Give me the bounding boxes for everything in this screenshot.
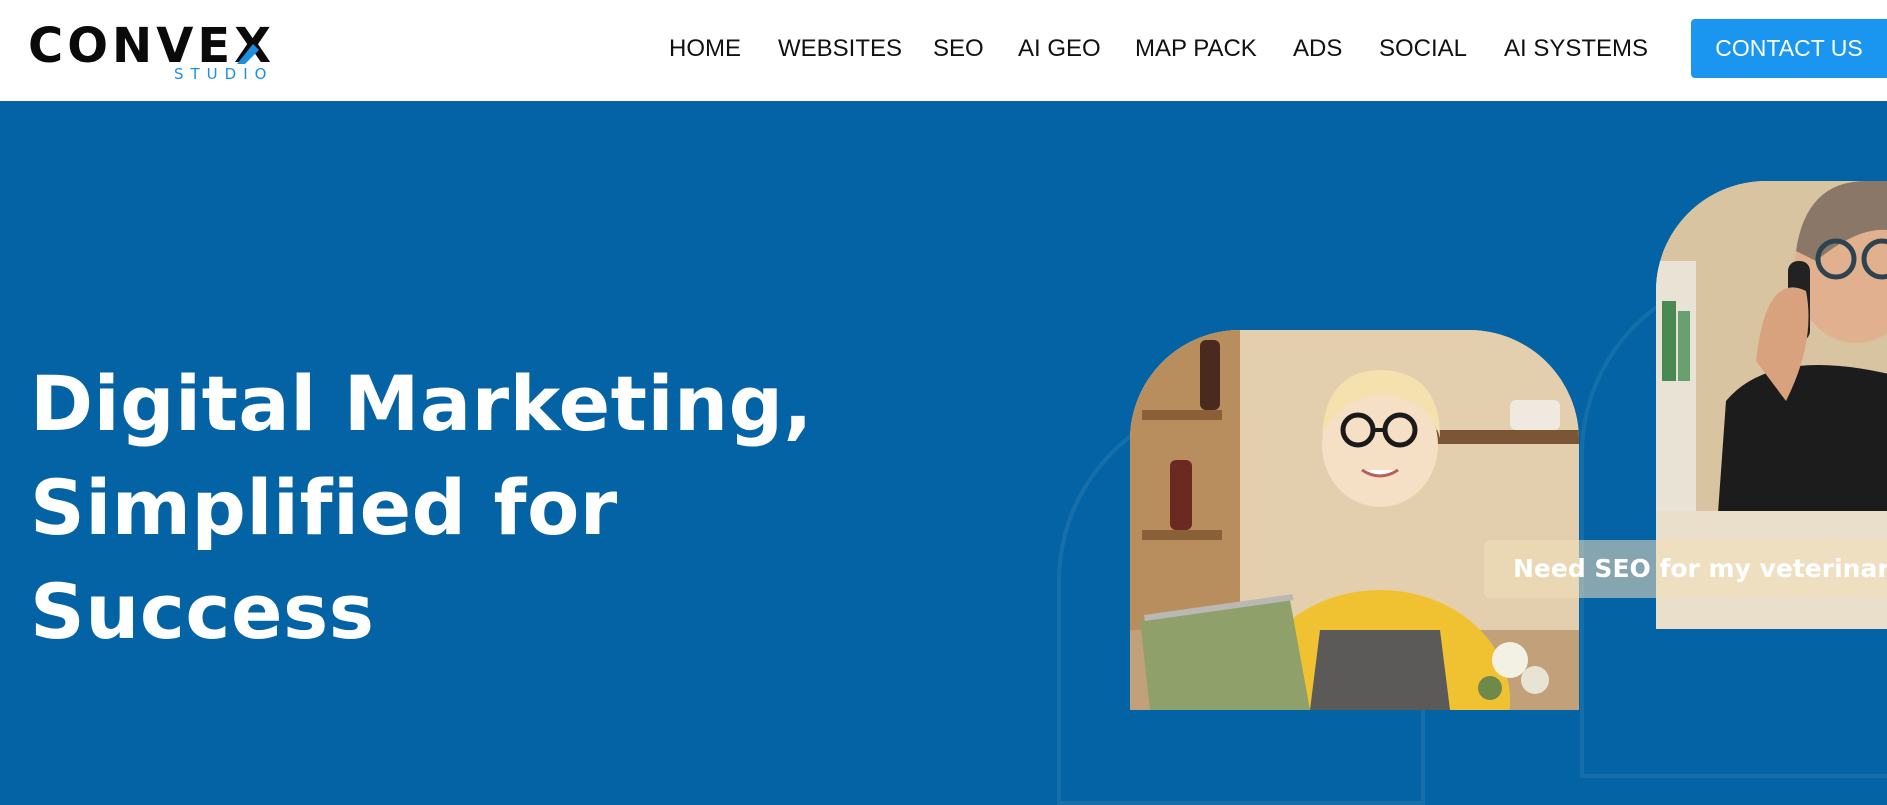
convex-studio-logo[interactable]: CONVEX STUDIO xyxy=(28,22,288,84)
hero-title-line-2: Simplified for xyxy=(30,463,618,552)
hero-title-line-1: Digital Marketing, xyxy=(30,359,813,448)
nav-item-map-pack[interactable]: MAP PACK xyxy=(1135,34,1257,64)
contact-us-button[interactable]: CONTACT US xyxy=(1691,19,1887,78)
nav-item-websites[interactable]: WEBSITES xyxy=(778,34,902,64)
top-navigation-bar: CONVEX STUDIO HOME WEBSITES SEO AI GEO M… xyxy=(0,0,1887,101)
hero-title: Digital Marketing, Simplified for Succes… xyxy=(30,352,930,664)
nav-item-ai-geo[interactable]: AI GEO xyxy=(1018,34,1101,64)
chat-prompt-bubble: Need SEO for my veterinarian xyxy=(1484,540,1887,598)
nav-item-seo[interactable]: SEO xyxy=(933,34,984,64)
logo-tagline: STUDIO xyxy=(174,65,274,83)
nav-item-ads[interactable]: ADS xyxy=(1293,34,1342,64)
nav-item-social[interactable]: SOCIAL xyxy=(1379,34,1467,64)
nav-item-ai-systems[interactable]: AI SYSTEMS xyxy=(1504,34,1648,64)
hero-title-line-3: Success xyxy=(30,567,375,656)
logo-x-accent-icon xyxy=(237,44,259,64)
hero-photo-shop-owner xyxy=(1130,330,1579,710)
nav-item-home[interactable]: HOME xyxy=(669,34,741,64)
